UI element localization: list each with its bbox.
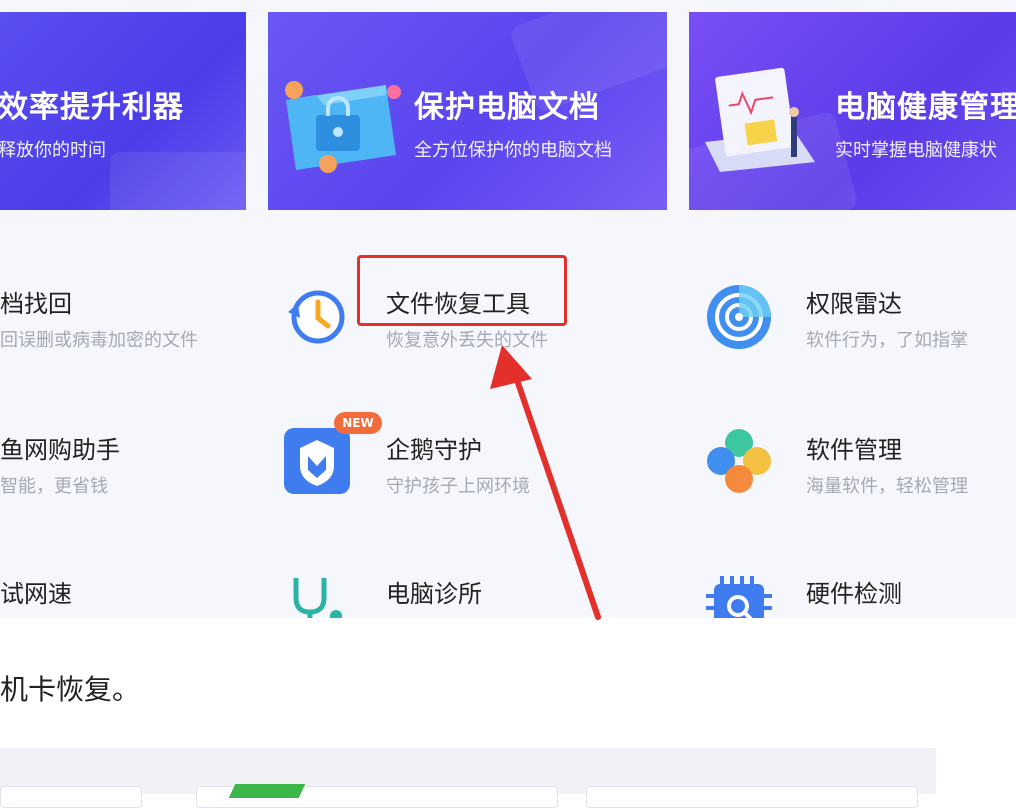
tool-penguin-guard-name[interactable]: 企鹅守护: [386, 430, 482, 465]
banner-title: 效率提升利器: [0, 90, 184, 125]
banner-protect-docs[interactable]: 保护电脑文档 全方位保护你的电脑文档: [268, 12, 667, 210]
annotation-arrow: [490, 345, 601, 620]
tool-permission-radar-name[interactable]: 权限雷达: [806, 284, 902, 319]
article-caption: 机卡恢复。: [0, 673, 141, 706]
banner-subtitle: 全方位保护你的电脑文档: [414, 140, 612, 161]
tool-software-manager-desc: 海量软件，轻松管理: [806, 476, 968, 497]
tool-shopping-assistant-desc: 智能，更省钱: [0, 476, 108, 497]
folder-lock-illustration: [285, 81, 401, 173]
banner-subtitle: 实时掌握电脑健康状: [835, 140, 997, 161]
tool-permission-radar-desc: 软件行为，了如指掌: [806, 330, 968, 351]
new-badge: NEW: [334, 412, 382, 434]
green-tab-marker: [228, 784, 306, 798]
stethoscope-icon[interactable]: [282, 572, 352, 618]
clover-icon[interactable]: [704, 426, 774, 496]
tool-shopping-assistant-name[interactable]: 鱼网购助手: [0, 430, 120, 465]
banner-subtitle: 释放你的时间: [0, 140, 106, 161]
preview-card: [586, 786, 918, 808]
tool-doc-recovery-desc: 回误删或病毒加密的文件: [0, 330, 198, 351]
tool-hardware-check-name[interactable]: 硬件检测: [806, 574, 902, 609]
banner-efficiency[interactable]: 效率提升利器 释放你的时间: [0, 12, 246, 210]
clock-restore-icon[interactable]: [282, 282, 352, 352]
penguin-shield-icon[interactable]: [282, 426, 352, 496]
preview-card: [0, 786, 142, 808]
banner-title: 电脑健康管理: [835, 90, 1016, 125]
bottom-preview-strip: [0, 748, 936, 808]
tool-speed-test-name[interactable]: 试网速: [0, 574, 72, 609]
chip-search-icon[interactable]: [704, 572, 774, 618]
radar-icon[interactable]: [704, 282, 774, 352]
annotation-highlight-box: [357, 255, 567, 326]
banner-health[interactable]: 电脑健康管理 实时掌握电脑健康状: [689, 12, 1016, 210]
tool-pc-clinic-name[interactable]: 电脑诊所: [386, 574, 482, 609]
banner-title: 保护电脑文档: [414, 90, 600, 125]
health-report-illustration: [705, 67, 815, 172]
tool-doc-recovery-name[interactable]: 档找回: [0, 284, 72, 319]
tool-software-manager-name[interactable]: 软件管理: [806, 430, 902, 465]
